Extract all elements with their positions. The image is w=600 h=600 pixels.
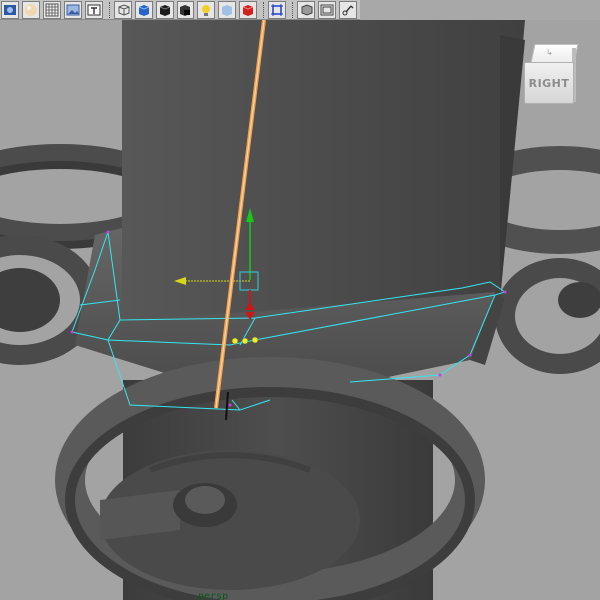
resolution-gate-icon[interactable] [318,0,337,19]
viewcube-right-face[interactable]: RIGHT [524,62,574,104]
toolbar-separator [263,1,265,18]
viewcube[interactable]: ↳ RIGHT [522,40,579,104]
scene-canvas[interactable] [0,20,600,600]
image-plane-icon[interactable] [63,0,82,19]
viewport-toolbar [0,0,360,20]
perspective-viewport[interactable] [0,20,600,600]
viewcube-axis-icon: ↳ [546,48,553,57]
joint-xray-icon[interactable] [339,0,357,19]
isolate-red-cube-icon[interactable] [239,0,258,19]
lighting-sphere-icon[interactable] [21,0,40,19]
texture-text-icon[interactable] [84,0,103,19]
toolbar-separator [292,1,294,18]
select-camera-icon[interactable] [1,0,19,19]
frame-selection-icon[interactable] [268,0,287,19]
flat-shade-cube-icon[interactable] [155,0,174,19]
selected-vertices[interactable] [231,336,259,345]
camera-name-label: persp [198,591,229,600]
use-lights-bulb-icon[interactable] [197,0,216,19]
maya-viewport-window: ↳ RIGHT persp [0,0,600,600]
backface-cube-icon[interactable] [297,0,316,19]
toolbar-separator [108,1,111,18]
shadow-cube-icon[interactable] [176,0,195,19]
grid-toggle-icon[interactable] [42,0,61,19]
xray-cube-icon[interactable] [218,0,237,19]
wireframe-cube-icon[interactable] [113,0,132,19]
smooth-shade-cube-icon[interactable] [134,0,153,19]
